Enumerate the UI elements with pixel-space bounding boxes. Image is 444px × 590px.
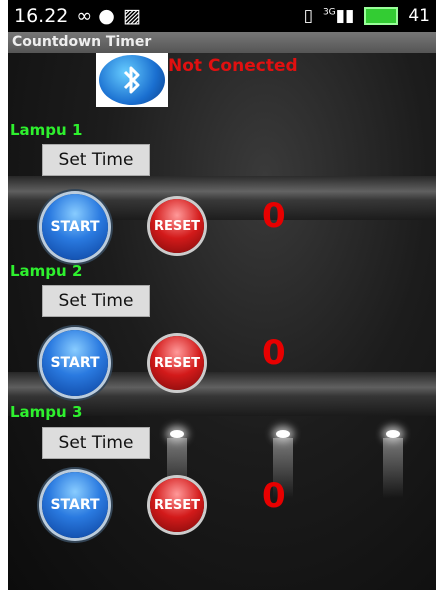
countdown-value: 0: [262, 476, 286, 516]
spotlight-icon: [276, 430, 290, 438]
bluetooth-icon: [99, 55, 165, 105]
start-button[interactable]: START: [42, 472, 108, 538]
start-button[interactable]: START: [42, 330, 108, 396]
countdown-value: 0: [262, 196, 286, 236]
connection-status: Not Conected: [168, 56, 298, 76]
battery-level: 41: [408, 6, 430, 26]
reset-button[interactable]: RESET: [150, 336, 204, 390]
timer-label: Lampu 3: [10, 403, 83, 421]
light-beam: [383, 438, 403, 498]
notification-icons: ∞ ●: [76, 5, 115, 27]
clock: 16.22: [14, 5, 69, 27]
timer-label: Lampu 1: [10, 121, 83, 139]
image-icon: ▨: [122, 5, 141, 27]
bluetooth-button[interactable]: [96, 53, 168, 107]
signal-icon: 3G▮▮: [322, 6, 355, 26]
reset-button[interactable]: RESET: [150, 199, 204, 253]
spotlight-icon: [170, 430, 184, 438]
set-time-button[interactable]: Set Time: [42, 427, 150, 459]
battery-icon: [364, 7, 399, 25]
vibrate-icon: ▯: [303, 6, 313, 26]
timer-label: Lampu 2: [10, 262, 83, 280]
countdown-value: 0: [262, 333, 286, 373]
start-button[interactable]: START: [42, 194, 108, 260]
reset-button[interactable]: RESET: [150, 478, 204, 532]
app-title: Countdown Timer: [8, 32, 436, 53]
phone-screen: 16.22 ∞ ● ▨ ▯ 3G▮▮ 41 Countdown Timer No…: [8, 0, 436, 590]
set-time-button[interactable]: Set Time: [42, 144, 150, 176]
spotlight-icon: [386, 430, 400, 438]
set-time-button[interactable]: Set Time: [42, 285, 150, 317]
status-bar: 16.22 ∞ ● ▨ ▯ 3G▮▮ 41: [8, 0, 436, 32]
